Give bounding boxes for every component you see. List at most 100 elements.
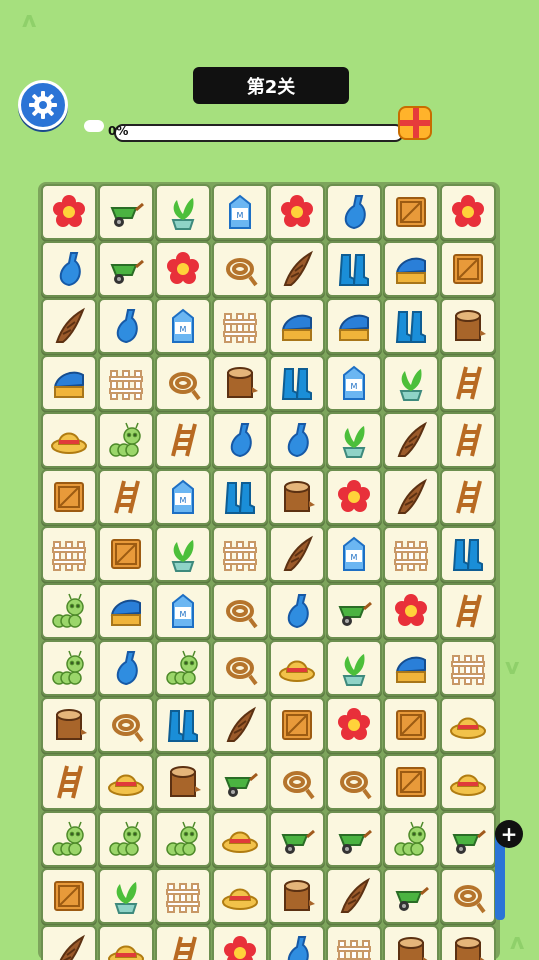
tile-flower[interactable] xyxy=(440,184,496,240)
tile-ladder[interactable] xyxy=(440,355,496,411)
tile-stump[interactable] xyxy=(269,469,325,525)
tile-milk[interactable]: M xyxy=(155,583,211,639)
tile-wheelbarrow[interactable] xyxy=(326,811,382,867)
tile-fence[interactable] xyxy=(212,526,268,582)
tile-flower[interactable] xyxy=(41,184,97,240)
tile-hat[interactable] xyxy=(440,754,496,810)
tile-plant[interactable] xyxy=(98,868,154,924)
tile-rope[interactable] xyxy=(155,355,211,411)
tile-ladder[interactable] xyxy=(440,412,496,468)
tile-fence[interactable] xyxy=(155,868,211,924)
tile-vase[interactable] xyxy=(269,583,325,639)
tile-flower[interactable] xyxy=(326,469,382,525)
tile-caterpillar[interactable] xyxy=(155,811,211,867)
tile-hat[interactable] xyxy=(269,640,325,696)
tile-hat[interactable] xyxy=(440,697,496,753)
tile-caterpillar[interactable] xyxy=(41,640,97,696)
tile-rope[interactable] xyxy=(269,754,325,810)
tile-milk[interactable]: M xyxy=(326,355,382,411)
tile-rope[interactable] xyxy=(212,241,268,297)
tile-vase[interactable] xyxy=(212,412,268,468)
add-button[interactable]: + xyxy=(495,820,523,848)
tile-horn[interactable] xyxy=(383,469,439,525)
tile-plant[interactable] xyxy=(155,526,211,582)
tile-fence[interactable] xyxy=(383,526,439,582)
tile-boots[interactable] xyxy=(155,697,211,753)
tile-plant[interactable] xyxy=(326,412,382,468)
tile-wheelbarrow[interactable] xyxy=(269,811,325,867)
tile-rope[interactable] xyxy=(326,754,382,810)
tile-brush[interactable] xyxy=(269,298,325,354)
tile-plant[interactable] xyxy=(326,640,382,696)
settings-button[interactable] xyxy=(18,80,68,130)
tile-crate[interactable] xyxy=(98,526,154,582)
tile-horn[interactable] xyxy=(269,526,325,582)
tile-plant[interactable] xyxy=(383,355,439,411)
tile-wheelbarrow[interactable] xyxy=(326,583,382,639)
tile-ladder[interactable] xyxy=(155,925,211,960)
tile-crate[interactable] xyxy=(41,469,97,525)
tile-rope[interactable] xyxy=(212,583,268,639)
tile-horn[interactable] xyxy=(41,298,97,354)
tile-caterpillar[interactable] xyxy=(98,412,154,468)
tile-boots[interactable] xyxy=(326,241,382,297)
tile-ladder[interactable] xyxy=(155,412,211,468)
tile-wheelbarrow[interactable] xyxy=(212,754,268,810)
tile-fence[interactable] xyxy=(440,640,496,696)
tile-wheelbarrow[interactable] xyxy=(383,868,439,924)
tile-wheelbarrow[interactable] xyxy=(98,241,154,297)
tile-hat[interactable] xyxy=(212,868,268,924)
tile-ladder[interactable] xyxy=(440,469,496,525)
tile-horn[interactable] xyxy=(212,697,268,753)
tile-boots[interactable] xyxy=(212,469,268,525)
tile-stump[interactable] xyxy=(440,925,496,960)
tile-crate[interactable] xyxy=(269,697,325,753)
tile-crate[interactable] xyxy=(383,184,439,240)
tile-fence[interactable] xyxy=(212,298,268,354)
tile-flower[interactable] xyxy=(212,925,268,960)
tile-fence[interactable] xyxy=(326,925,382,960)
tile-caterpillar[interactable] xyxy=(155,640,211,696)
tile-stump[interactable] xyxy=(41,697,97,753)
tile-wheelbarrow[interactable] xyxy=(98,184,154,240)
tile-horn[interactable] xyxy=(326,868,382,924)
tile-hat[interactable] xyxy=(98,925,154,960)
tile-caterpillar[interactable] xyxy=(98,811,154,867)
tile-brush[interactable] xyxy=(98,583,154,639)
tile-caterpillar[interactable] xyxy=(383,811,439,867)
tile-rope[interactable] xyxy=(212,640,268,696)
tile-flower[interactable] xyxy=(383,583,439,639)
tile-crate[interactable] xyxy=(440,241,496,297)
tile-stump[interactable] xyxy=(440,298,496,354)
tile-boots[interactable] xyxy=(383,298,439,354)
tile-brush[interactable] xyxy=(41,355,97,411)
tile-brush[interactable] xyxy=(326,298,382,354)
tile-boots[interactable] xyxy=(269,355,325,411)
tile-milk[interactable]: M xyxy=(155,298,211,354)
tile-horn[interactable] xyxy=(383,412,439,468)
tile-stump[interactable] xyxy=(212,355,268,411)
gift-icon[interactable] xyxy=(398,106,432,140)
tile-caterpillar[interactable] xyxy=(41,811,97,867)
tile-plant[interactable] xyxy=(155,184,211,240)
tile-vase[interactable] xyxy=(269,925,325,960)
tile-crate[interactable] xyxy=(383,754,439,810)
tile-ladder[interactable] xyxy=(440,583,496,639)
tile-milk[interactable]: M xyxy=(155,469,211,525)
tile-ladder[interactable] xyxy=(41,754,97,810)
tile-rope[interactable] xyxy=(98,697,154,753)
tile-vase[interactable] xyxy=(269,412,325,468)
tile-flower[interactable] xyxy=(155,241,211,297)
tile-crate[interactable] xyxy=(383,697,439,753)
tile-wheelbarrow[interactable] xyxy=(440,811,496,867)
tile-flower[interactable] xyxy=(326,697,382,753)
tile-caterpillar[interactable] xyxy=(41,583,97,639)
tile-hat[interactable] xyxy=(98,754,154,810)
tile-brush[interactable] xyxy=(383,241,439,297)
tile-hat[interactable] xyxy=(212,811,268,867)
tile-horn[interactable] xyxy=(41,925,97,960)
tile-boots[interactable] xyxy=(440,526,496,582)
tile-milk[interactable]: M xyxy=(326,526,382,582)
tile-fence[interactable] xyxy=(98,355,154,411)
tile-stump[interactable] xyxy=(383,925,439,960)
